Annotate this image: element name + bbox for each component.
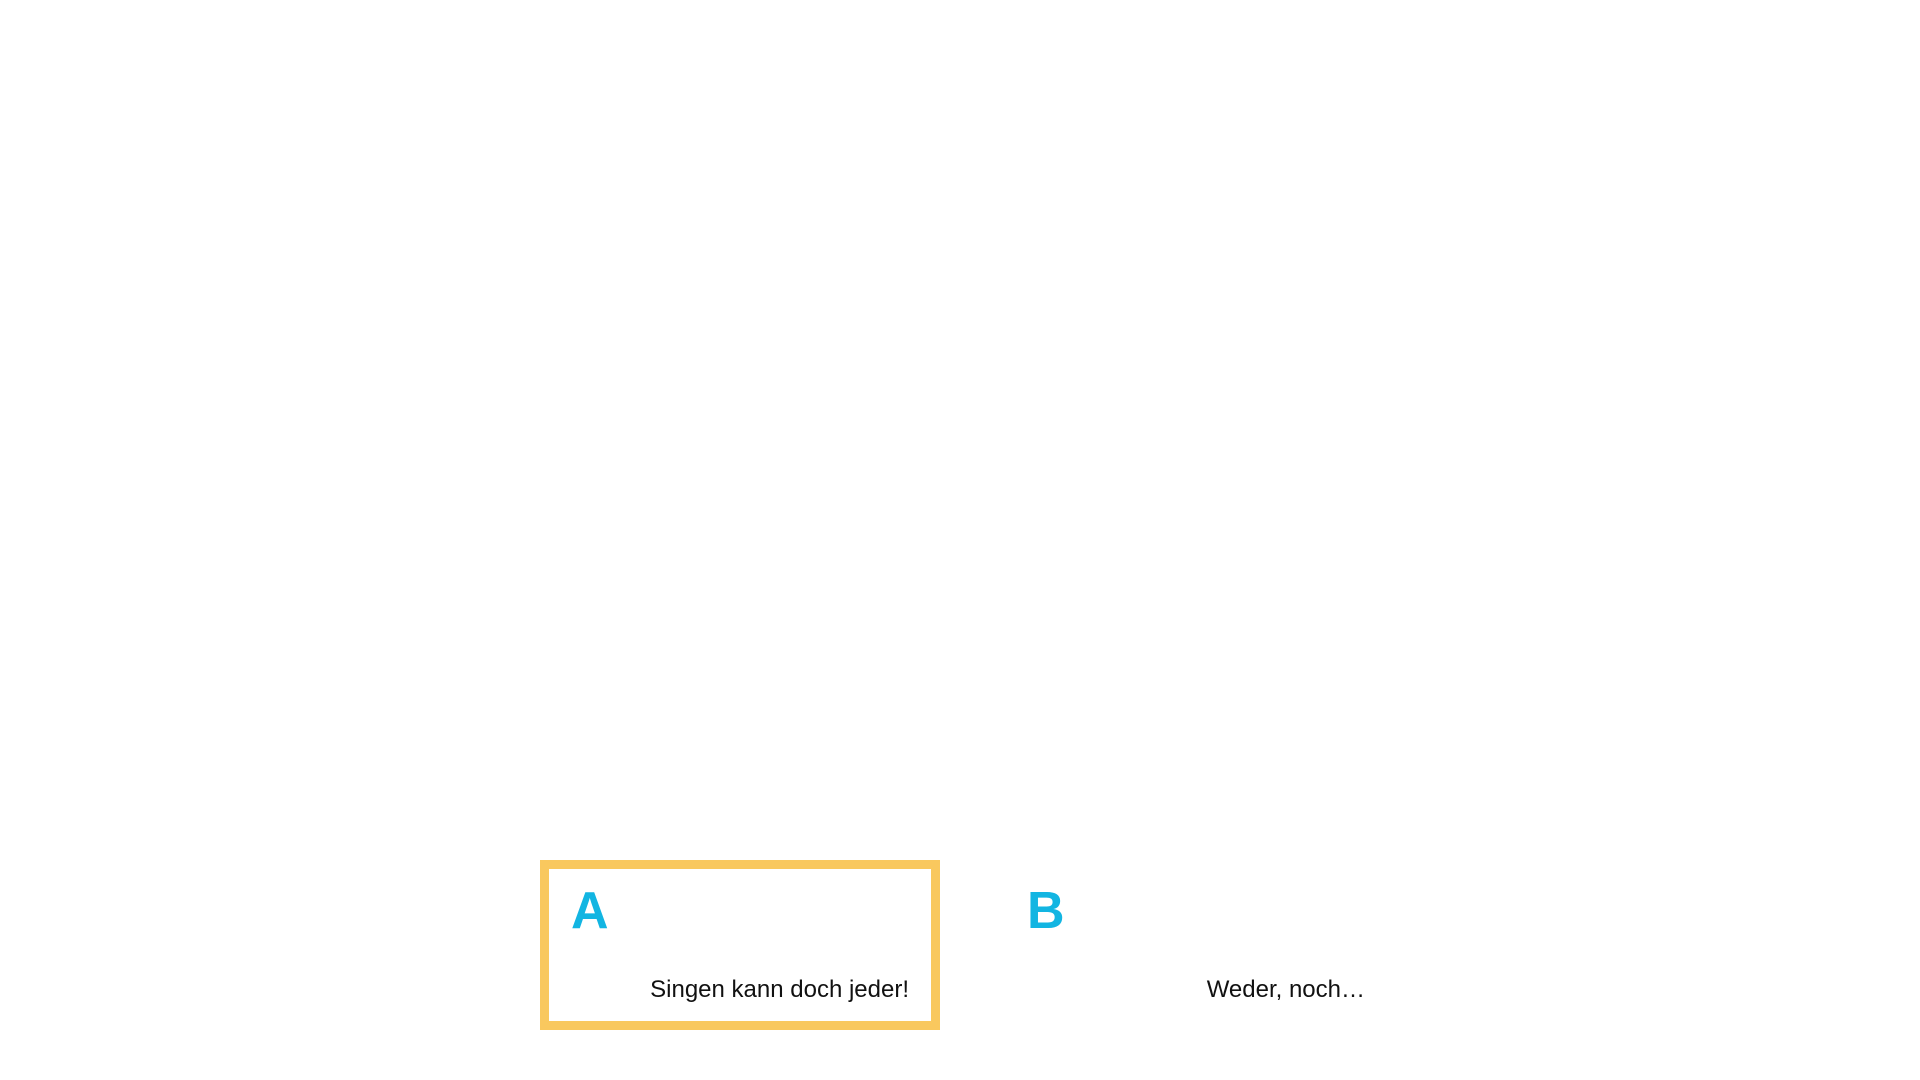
option-text-a: Singen kann doch jeder! [650, 976, 909, 1004]
option-text-b: Weder, noch… [1206, 976, 1365, 1004]
quiz-stage: A Singen kann doch jeder! B Weder, noch… [0, 0, 1920, 1080]
option-letter-a: A [571, 882, 609, 940]
answer-option-a[interactable]: A Singen kann doch jeder! [540, 860, 940, 1030]
option-letter-b: B [1027, 882, 1065, 940]
answer-option-b[interactable]: B Weder, noch… [996, 860, 1396, 1030]
